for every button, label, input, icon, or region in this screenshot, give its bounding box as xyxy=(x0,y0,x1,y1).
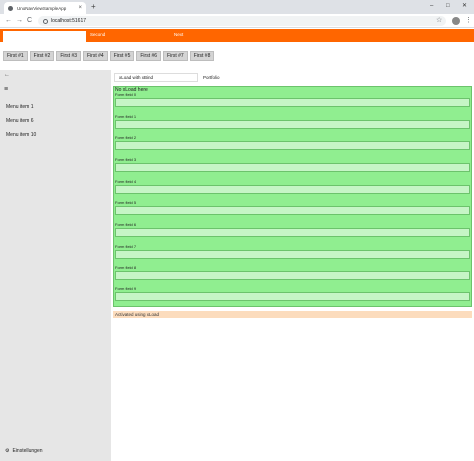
xload-panel: No xLoad here Form field 0 Form field 1 … xyxy=(113,86,472,307)
settings-label: Einstellungen xyxy=(12,448,43,454)
minimize-icon[interactable]: – xyxy=(430,1,433,11)
browser-tab[interactable]: UnoNavViewSampleApp × xyxy=(4,2,86,14)
form-field-input[interactable] xyxy=(115,206,470,215)
form-field-input[interactable] xyxy=(115,141,470,150)
bookmark-star-icon[interactable]: ☆ xyxy=(436,16,442,26)
form-field-input[interactable] xyxy=(115,271,470,280)
gear-icon: ⚙ xyxy=(5,448,10,454)
first-button-4[interactable]: First #4 xyxy=(83,51,108,61)
form-field-label: Form field 6 xyxy=(115,222,137,227)
form-field-label: Form field 1 xyxy=(115,114,137,119)
url-text: localhost:51617 xyxy=(51,18,87,24)
form-field-input[interactable] xyxy=(115,98,470,107)
browser-menu-icon[interactable]: ⋮ xyxy=(465,16,472,26)
reload-icon[interactable]: C xyxy=(27,16,32,26)
form-field-input[interactable] xyxy=(115,185,470,194)
form-field-input[interactable] xyxy=(115,292,470,301)
inner-tab-bar: xLoad with xBind Portfolio xyxy=(114,72,220,82)
forward-icon[interactable]: → xyxy=(16,16,23,26)
first-button-5[interactable]: First #5 xyxy=(109,51,135,61)
new-tab-button[interactable]: + xyxy=(91,2,96,12)
sidebar-item-menu-item-10[interactable]: Menu item 10 xyxy=(6,132,36,138)
form-field-label: Form field 5 xyxy=(115,200,137,205)
activated-banner: Activated using xLoad xyxy=(113,311,472,318)
form-field-label: Form field 7 xyxy=(115,244,137,249)
nav-first-tab[interactable] xyxy=(3,31,86,42)
close-window-icon[interactable]: ✕ xyxy=(462,1,467,11)
first-button-3[interactable]: First #3 xyxy=(56,51,82,61)
form-field-input[interactable] xyxy=(115,120,470,129)
tab-portfolio[interactable]: Portfolio xyxy=(198,75,220,80)
close-tab-icon[interactable]: × xyxy=(78,5,82,11)
maximize-icon[interactable]: □ xyxy=(446,1,450,11)
nav-second-tab[interactable]: Second xyxy=(90,32,105,37)
navigation-pane: ← ≡ Menu item 1 Menu item 6 Menu item 10… xyxy=(0,70,111,461)
first-button-8[interactable]: First #8 xyxy=(189,51,215,61)
tab-xload-with-xbind[interactable]: xLoad with xBind xyxy=(114,72,198,82)
first-buttons-row: First #1 First #2 First #3 First #4 Firs… xyxy=(3,51,215,61)
form-field-label: Form field 8 xyxy=(115,265,137,270)
form-field-input[interactable] xyxy=(115,163,470,172)
form-field-input[interactable] xyxy=(115,250,470,259)
form-field-label: Form field 4 xyxy=(115,179,137,184)
profile-avatar[interactable] xyxy=(452,17,460,25)
hamburger-menu-icon[interactable]: ≡ xyxy=(4,86,8,93)
sidebar-item-menu-item-6[interactable]: Menu item 6 xyxy=(6,118,34,124)
sidebar-item-menu-item-1[interactable]: Menu item 1 xyxy=(6,104,34,110)
site-info-icon[interactable] xyxy=(43,18,48,24)
form-field-label: Form field 2 xyxy=(115,135,137,140)
first-button-7[interactable]: First #7 xyxy=(163,51,188,61)
form-field-label: Form field 9 xyxy=(115,286,137,291)
address-bar[interactable]: localhost:51617 xyxy=(38,16,446,26)
globe-icon xyxy=(8,5,13,11)
back-arrow-icon[interactable]: ← xyxy=(4,72,10,78)
nav-next-tab[interactable]: Next xyxy=(174,32,183,37)
first-button-6[interactable]: First #6 xyxy=(136,51,162,61)
first-button-1[interactable]: First #1 xyxy=(3,51,28,61)
browser-toolbar: ← → C localhost:51617 ☆ ⋮ xyxy=(0,14,474,28)
form-field-input[interactable] xyxy=(115,228,470,237)
browser-tabstrip: UnoNavViewSampleApp × + – □ ✕ xyxy=(0,0,474,14)
form-field-label: Form field 0 xyxy=(115,92,137,97)
form-field-label: Form field 3 xyxy=(115,157,137,162)
back-icon[interactable]: ← xyxy=(5,16,12,26)
first-button-2[interactable]: First #2 xyxy=(29,51,55,61)
settings-item[interactable]: ⚙ Einstellungen xyxy=(5,448,43,454)
tab-title: UnoNavViewSampleApp xyxy=(17,5,67,11)
top-navigation-bar: Second Next xyxy=(0,29,474,42)
